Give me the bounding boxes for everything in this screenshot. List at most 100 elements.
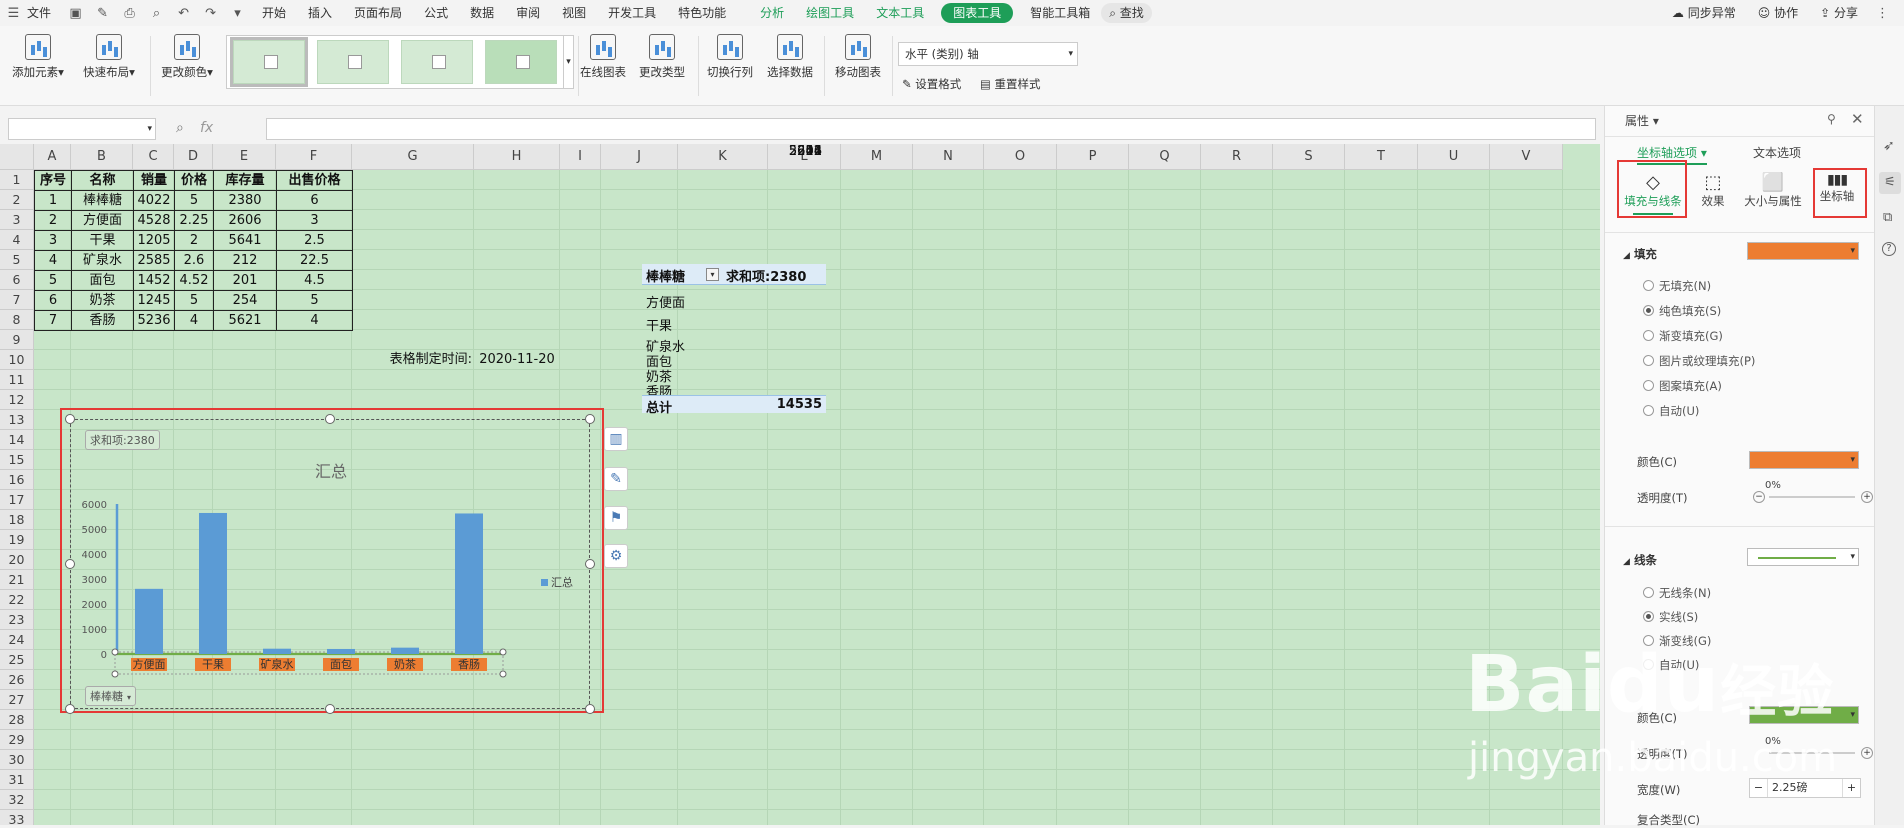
- chart-settings-icon[interactable]: ⚙: [604, 544, 628, 568]
- tab-smart-toolbox[interactable]: 智能工具箱: [1019, 0, 1101, 26]
- table-cell[interactable]: 6: [276, 190, 353, 211]
- resize-handle[interactable]: [585, 704, 595, 714]
- row-header-32[interactable]: 32: [0, 790, 34, 810]
- chart-filter-icon[interactable]: ⚑: [604, 506, 628, 530]
- tab-chart-tools[interactable]: 图表工具: [941, 3, 1014, 23]
- radio-picture-fill[interactable]: 图片或纹理填充(P): [1643, 353, 1755, 369]
- table-cell[interactable]: 7: [34, 310, 72, 331]
- transparency-slider[interactable]: [1769, 496, 1855, 498]
- radio-no-line[interactable]: 无线条(N): [1643, 585, 1711, 601]
- table-cell[interactable]: 面包: [71, 270, 134, 291]
- x-tick-label[interactable]: 奶茶: [394, 657, 416, 671]
- tab-view[interactable]: 视图: [551, 0, 597, 26]
- minus-button[interactable]: −: [1753, 491, 1765, 503]
- table-cell[interactable]: 5: [174, 290, 214, 311]
- subtab-effect[interactable]: ⬚ 效果: [1693, 172, 1733, 209]
- row-header-23[interactable]: 23: [0, 610, 34, 630]
- table-cell[interactable]: 5236: [133, 310, 175, 331]
- column-header-a[interactable]: A: [34, 144, 71, 170]
- fill-section-header[interactable]: ◢ 填充: [1623, 246, 1657, 262]
- width-stepper[interactable]: −2.25磅 +: [1749, 778, 1861, 798]
- row-header-33[interactable]: 33: [0, 810, 34, 825]
- table-cell[interactable]: 2606: [213, 210, 277, 231]
- name-box[interactable]: ▾: [8, 118, 156, 140]
- tab-review[interactable]: 审阅: [505, 0, 551, 26]
- column-header-f[interactable]: F: [276, 144, 352, 170]
- column-header-j[interactable]: J: [601, 144, 678, 170]
- column-header-i[interactable]: I: [560, 144, 601, 170]
- row-header-31[interactable]: 31: [0, 770, 34, 790]
- pivot-chart[interactable]: 求和项:2380 棒棒糖 ▾ 汇总 0 1000 2000 3000 4000 5000 6000 方…: [70, 419, 590, 709]
- table-cell[interactable]: 1452: [133, 270, 175, 291]
- axis-element-select[interactable]: 水平 (类别) 轴 ▾: [898, 42, 1078, 66]
- quick-layout-button[interactable]: 快速布局▾: [80, 34, 138, 80]
- move-chart-button[interactable]: 移动图表: [832, 34, 884, 80]
- row-header-14[interactable]: 14: [0, 430, 34, 450]
- column-header-h[interactable]: H: [474, 144, 560, 170]
- tab-insert[interactable]: 插入: [297, 0, 343, 26]
- bar-香肠[interactable]: [455, 513, 483, 654]
- row-header-8[interactable]: 8: [0, 310, 34, 330]
- online-chart-button[interactable]: 在线图表: [578, 34, 628, 80]
- table-header-cell[interactable]: 序号: [34, 170, 72, 191]
- resize-handle[interactable]: [585, 559, 595, 569]
- row-header-18[interactable]: 18: [0, 510, 34, 530]
- bar-奶茶[interactable]: [391, 647, 419, 654]
- properties-icon[interactable]: ⚟: [1879, 172, 1901, 194]
- table-cell[interactable]: 4: [276, 310, 353, 331]
- change-type-button[interactable]: 更改类型: [636, 34, 688, 80]
- panel-title[interactable]: 属性 ▾: [1625, 112, 1659, 129]
- format-painter-icon[interactable]: ✎: [95, 6, 110, 21]
- set-format-button[interactable]: ✎ 设置格式: [902, 76, 961, 92]
- tab-text-options[interactable]: 文本选项: [1753, 144, 1801, 161]
- table-cell[interactable]: 5641: [213, 230, 277, 251]
- radio-pattern-fill[interactable]: 图案填充(A): [1643, 378, 1722, 394]
- table-cell[interactable]: 1: [34, 190, 72, 211]
- column-header-o[interactable]: O: [984, 144, 1057, 170]
- row-header-6[interactable]: 6: [0, 270, 34, 290]
- table-cell[interactable]: 2.25: [174, 210, 214, 231]
- crop-icon[interactable]: ⧉: [1883, 210, 1892, 225]
- hamburger-icon[interactable]: ☰: [6, 6, 21, 21]
- radio-auto-fill[interactable]: 自动(U): [1643, 403, 1699, 419]
- timestamp-label[interactable]: 表格制定时间:: [360, 350, 472, 370]
- column-header-p[interactable]: P: [1057, 144, 1129, 170]
- table-cell[interactable]: 22.5: [276, 250, 353, 271]
- row-header-15[interactable]: 15: [0, 450, 34, 470]
- column-header-b[interactable]: B: [71, 144, 133, 170]
- column-header-g[interactable]: G: [352, 144, 474, 170]
- chart-style-3[interactable]: [401, 40, 473, 84]
- table-cell[interactable]: 2.5: [276, 230, 353, 251]
- table-header-cell[interactable]: 名称: [71, 170, 134, 191]
- row-header-19[interactable]: 19: [0, 530, 34, 550]
- table-cell[interactable]: 1245: [133, 290, 175, 311]
- table-cell[interactable]: 5621: [213, 310, 277, 331]
- axis-handle[interactable]: [111, 648, 119, 656]
- row-header-24[interactable]: 24: [0, 630, 34, 650]
- zoom-icon[interactable]: ⌕: [176, 120, 184, 136]
- tab-page-layout[interactable]: 页面布局: [343, 0, 413, 26]
- resize-handle[interactable]: [65, 414, 75, 424]
- print-preview-icon[interactable]: ⌕: [149, 6, 164, 21]
- chart-style-2[interactable]: [317, 40, 389, 84]
- chart-title[interactable]: 汇总: [315, 462, 347, 481]
- table-header-cell[interactable]: 销量: [133, 170, 175, 191]
- row-header-7[interactable]: 7: [0, 290, 34, 310]
- table-cell[interactable]: 干果: [71, 230, 134, 251]
- line-section-header[interactable]: ◢ 线条: [1623, 552, 1657, 568]
- minus-button[interactable]: −: [1750, 779, 1768, 797]
- chart-style-4[interactable]: [485, 40, 557, 84]
- row-header-21[interactable]: 21: [0, 570, 34, 590]
- pivot-row-value[interactable]: 5621: [766, 144, 822, 159]
- row-header-9[interactable]: 9: [0, 330, 34, 350]
- table-cell[interactable]: 2380: [213, 190, 277, 211]
- table-cell[interactable]: 2: [34, 210, 72, 231]
- table-cell[interactable]: 5: [34, 270, 72, 291]
- table-cell[interactable]: 4: [174, 310, 214, 331]
- switch-rowcol-button[interactable]: 切换行列: [704, 34, 756, 80]
- table-cell[interactable]: 香肠: [71, 310, 134, 331]
- x-tick-label[interactable]: 香肠: [458, 658, 480, 671]
- fill-color-dropdown[interactable]: ▾: [1749, 451, 1859, 469]
- resize-handle[interactable]: [325, 704, 335, 714]
- legend-label[interactable]: 汇总: [551, 575, 573, 589]
